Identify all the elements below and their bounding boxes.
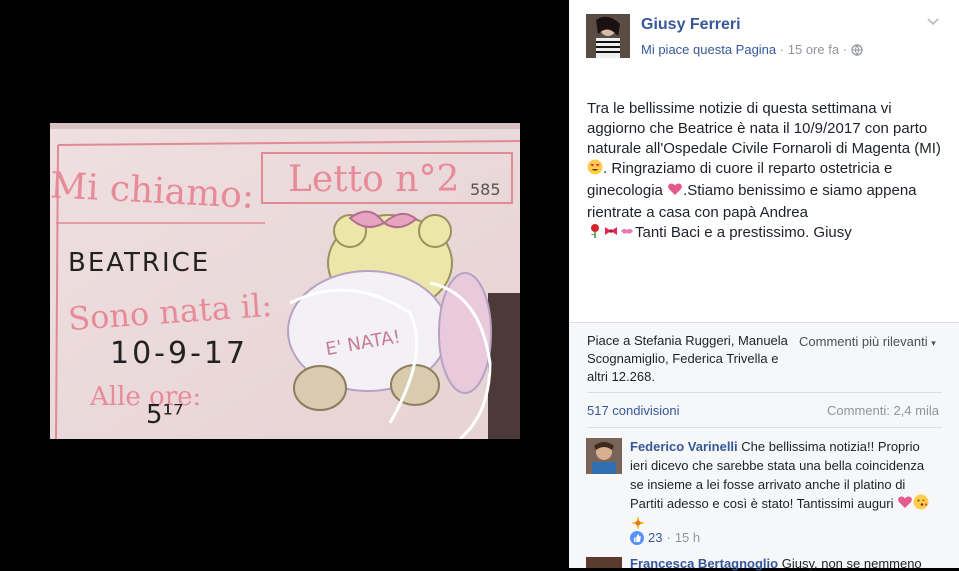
comment-like-count[interactable]: 23	[648, 530, 662, 545]
chevron-down-icon[interactable]	[926, 14, 940, 28]
heart-emoji-icon	[897, 494, 913, 515]
post-text-part: Tra le bellissime notizie di questa sett…	[587, 100, 941, 157]
page-avatar[interactable]	[586, 14, 630, 58]
post-time[interactable]: 15 ore fa	[788, 42, 839, 57]
card-birth-date: 10-9-17	[110, 336, 248, 371]
comment-avatar[interactable]	[586, 438, 622, 474]
comment-body: Federico Varinelli Che bellissima notizi…	[630, 437, 935, 536]
like-page-link[interactable]: Mi piace questa Pagina	[641, 42, 776, 57]
post-text-part: Tanti Baci e a prestissimo. Giusy	[635, 224, 852, 241]
caret-down-icon: ▾	[931, 338, 936, 348]
shares-count-link[interactable]: 517 condivisioni	[587, 403, 680, 418]
kiss-emoji-icon	[619, 223, 635, 245]
divider	[587, 392, 942, 393]
post-message: Tra le bellissime notizie di questa sett…	[587, 99, 942, 245]
comment-author-link[interactable]: Francesca Bertagnoglio	[630, 556, 778, 571]
card-baby-name: BEATRICE	[68, 248, 210, 278]
comment-text: Giusy, non se nemmeno	[778, 556, 922, 571]
like-thumb-icon	[630, 530, 644, 545]
comments-count[interactable]: Commenti: 2,4 mila	[827, 403, 939, 418]
post-photo[interactable]: Mi chiamo: Letto n°2 585 BEATRICE Sono n…	[50, 123, 520, 439]
comment-sort-dropdown[interactable]: Commenti più rilevanti ▾	[799, 334, 936, 349]
page-name-link[interactable]: Giusy Ferreri	[641, 16, 741, 34]
post-meta: Mi piace questa Pagina · 15 ore fa ·	[641, 42, 863, 59]
kiss-face-emoji-icon	[913, 494, 929, 515]
meta-separator: ·	[842, 42, 848, 57]
card-code: 585	[470, 180, 501, 199]
rose-emoji-icon	[587, 223, 603, 245]
globe-icon	[851, 44, 863, 59]
divider	[587, 427, 942, 428]
post-panel: Giusy Ferreri Mi piace questa Pagina · 1…	[569, 0, 959, 571]
birth-card-image: Mi chiamo: Letto n°2 585 BEATRICE Sono n…	[50, 123, 520, 439]
comment-avatar[interactable]	[586, 557, 622, 568]
sort-label: Commenti più rilevanti	[799, 334, 928, 349]
card-birth-hour: 5¹⁷	[146, 400, 183, 430]
meta-separator: ·	[666, 530, 671, 545]
card-bed-label: Letto n°2	[288, 159, 459, 200]
comment-meta: 23 · 15 h	[630, 530, 700, 545]
comment-author-link[interactable]: Federico Varinelli	[630, 439, 738, 454]
comment-time[interactable]: 15 h	[675, 530, 700, 545]
ribbon-emoji-icon	[603, 223, 619, 245]
comment-body: Francesca Bertagnoglio Giusy, non se nem…	[630, 556, 950, 571]
heart-eyes-emoji-icon	[587, 159, 603, 181]
likes-summary[interactable]: Piace a Stefania Ruggeri, Manuela Scogna…	[587, 332, 797, 386]
meta-separator: ·	[779, 42, 785, 57]
photo-viewer: Mi chiamo: Letto n°2 585 BEATRICE Sono n…	[0, 0, 569, 568]
heart-emoji-icon	[667, 181, 683, 203]
divider	[569, 322, 959, 323]
